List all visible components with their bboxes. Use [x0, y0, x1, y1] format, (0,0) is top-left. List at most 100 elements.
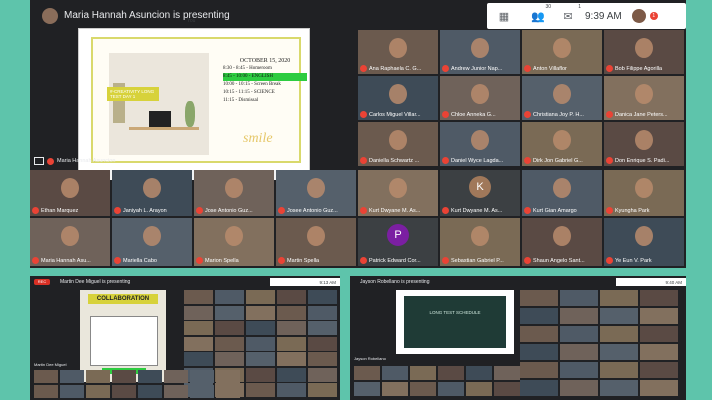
- mic-off-icon: [278, 207, 285, 214]
- mini-participant-tile: [600, 326, 638, 342]
- monitor-shape: [149, 111, 171, 127]
- mini-participant-tile: [600, 380, 638, 396]
- mini-participant-tile: [215, 321, 244, 335]
- mini-participant-tile: [86, 370, 110, 383]
- participant-name: Ana Raphaela C. G...: [360, 65, 436, 72]
- mini-participant-tile: [560, 344, 598, 360]
- participant-name: Daniella Schwartz ...: [360, 157, 436, 164]
- participant-tile[interactable]: Josee Antonio Guz...: [276, 170, 356, 216]
- participant-tile[interactable]: Marion Spella: [194, 218, 274, 266]
- participant-name: Chloe Anneka G...: [442, 111, 518, 118]
- participant-tile[interactable]: Maria Hannah Asu...: [30, 218, 110, 266]
- participant-tile[interactable]: Dirk Jon Gabriel G...: [522, 122, 602, 166]
- you-count-badge: 1: [649, 12, 658, 20]
- mini-participant-tile: [438, 366, 464, 380]
- participant-tile[interactable]: Kyungha Park: [604, 170, 684, 216]
- participant-tile[interactable]: Mariella Cabo: [112, 218, 192, 266]
- mini-participant-tile: [34, 385, 58, 398]
- participant-tile[interactable]: Kurt Gian Amargo: [522, 170, 602, 216]
- mini-participant-tile: [308, 290, 337, 304]
- mini-participant-tile: [246, 305, 275, 320]
- participant-tile[interactable]: Sebastian Gabriel P...: [440, 218, 520, 266]
- mini-participant-tile: [60, 385, 84, 398]
- participant-tile[interactable]: Martin Spella: [276, 218, 356, 266]
- slide-creativity-tag: #-CREATIVITY LONG TEST DAY 1: [107, 87, 159, 101]
- you-label: You: [187, 18, 196, 24]
- participant-tile[interactable]: Christiana Joy P. H...: [522, 76, 602, 120]
- screen-share-icon: [34, 157, 44, 165]
- mini-participant-tile: [112, 385, 136, 398]
- participant-initial-avatar: P: [387, 224, 409, 246]
- grid-layout-icon[interactable]: ▦: [493, 5, 515, 27]
- participant-tile[interactable]: Andrew Junior Nap...: [440, 30, 520, 74]
- participant-video: [471, 38, 489, 58]
- participant-name: Jose Antonio Guz...: [196, 207, 272, 214]
- participant-name: Shaun Angelo Sant...: [524, 257, 600, 264]
- participant-tile[interactable]: Chloe Anneka G...: [440, 76, 520, 120]
- participant-video: [471, 130, 489, 150]
- people-icon[interactable]: 👥 30: [527, 4, 551, 27]
- mini-participant-tile: [410, 366, 436, 380]
- participant-tile[interactable]: Danica Jane Peters...: [604, 76, 684, 120]
- slide-date: OCTOBER 15, 2020: [239, 58, 291, 64]
- participant-tile[interactable]: Ye Eun V. Park: [604, 218, 684, 266]
- participant-tile[interactable]: Kurt Dwyane M. As...: [358, 170, 438, 216]
- mini-participant-tile: [246, 367, 275, 382]
- right-toolbar: 9:40 AM: [616, 278, 686, 286]
- mini-participant-tile: [354, 382, 380, 396]
- mini-participant-tile: [640, 380, 678, 396]
- participant-tile[interactable]: Carlos Miguel Villar...: [358, 76, 438, 120]
- mini-participant-tile: [560, 290, 598, 306]
- participant-tile[interactable]: Don Enrique S. Padi...: [604, 122, 684, 166]
- participant-tile[interactable]: Ethan Marquez: [30, 170, 110, 216]
- participant-tile[interactable]: P Patrick Edward Cor...: [358, 218, 438, 266]
- participant-tile[interactable]: Daniel Wyce Lagda...: [440, 122, 520, 166]
- participant-name: Sebastian Gabriel P...: [442, 257, 518, 264]
- mic-off-icon: [606, 65, 613, 72]
- mini-participant-tile: [520, 380, 558, 396]
- participant-video: [143, 178, 161, 198]
- participant-name: Christiana Joy P. H...: [524, 111, 600, 118]
- participant-tile[interactable]: Shaun Angelo Sant...: [522, 218, 602, 266]
- participant-video: [635, 226, 653, 246]
- mic-off-icon: [524, 157, 531, 164]
- mini-participant-tile: [184, 321, 213, 335]
- mini-participant-tile: [138, 385, 162, 398]
- participant-tile[interactable]: Jose Antonio Guz...: [194, 170, 274, 216]
- slide-smile-text: smile: [243, 131, 273, 146]
- mic-off-icon: [442, 111, 449, 118]
- participant-tile[interactable]: Ana Raphaela C. G...: [358, 30, 438, 74]
- mic-off-icon: [360, 157, 367, 164]
- slide-line-4: 10:15 - 11:15 - SCIENCE: [223, 90, 275, 95]
- mini-participant-tile: [164, 385, 188, 398]
- participant-name: Kurt Gian Amargo: [524, 207, 600, 214]
- participant-name: Carlos Miguel Villar...: [360, 111, 436, 118]
- participant-name: Daniel Wyce Lagda...: [442, 157, 518, 164]
- mini-participant-tile: [308, 321, 337, 335]
- participant-tile[interactable]: Anton Villaflor: [522, 30, 602, 74]
- participant-tile[interactable]: Daniella Schwartz ...: [358, 122, 438, 166]
- participant-tile[interactable]: K Kurt Dwyane M. As...: [440, 170, 520, 216]
- mini-participant-tile: [560, 380, 598, 396]
- mic-off-icon: [278, 257, 285, 264]
- mic-off-icon: [524, 207, 531, 214]
- participant-tile[interactable]: Bob Filippe Agorilla: [604, 30, 684, 74]
- mic-off-icon: [47, 157, 54, 165]
- participant-video: [225, 178, 243, 198]
- participant-video: [225, 226, 243, 246]
- participant-video: [471, 226, 489, 246]
- chat-icon[interactable]: ✉ 1: [557, 4, 581, 27]
- participant-video: [61, 226, 79, 246]
- mini-participant-tile: [600, 308, 638, 324]
- mini-participant-tile: [308, 336, 337, 351]
- participant-video: [553, 84, 571, 104]
- participant-video: [635, 178, 653, 198]
- you-avatar[interactable]: [631, 9, 646, 23]
- mini-participant-tile: [246, 290, 275, 304]
- mini-participant-tile: [560, 308, 598, 324]
- participant-name: Don Enrique S. Padi...: [606, 157, 682, 164]
- participant-tile[interactable]: Janiyah L. Arayon: [112, 170, 192, 216]
- mini-participant-tile: [215, 290, 244, 304]
- slide-content: #-CREATIVITY LONG TEST DAY 1 OCTOBER 15,…: [91, 37, 307, 163]
- participant-video: [635, 130, 653, 150]
